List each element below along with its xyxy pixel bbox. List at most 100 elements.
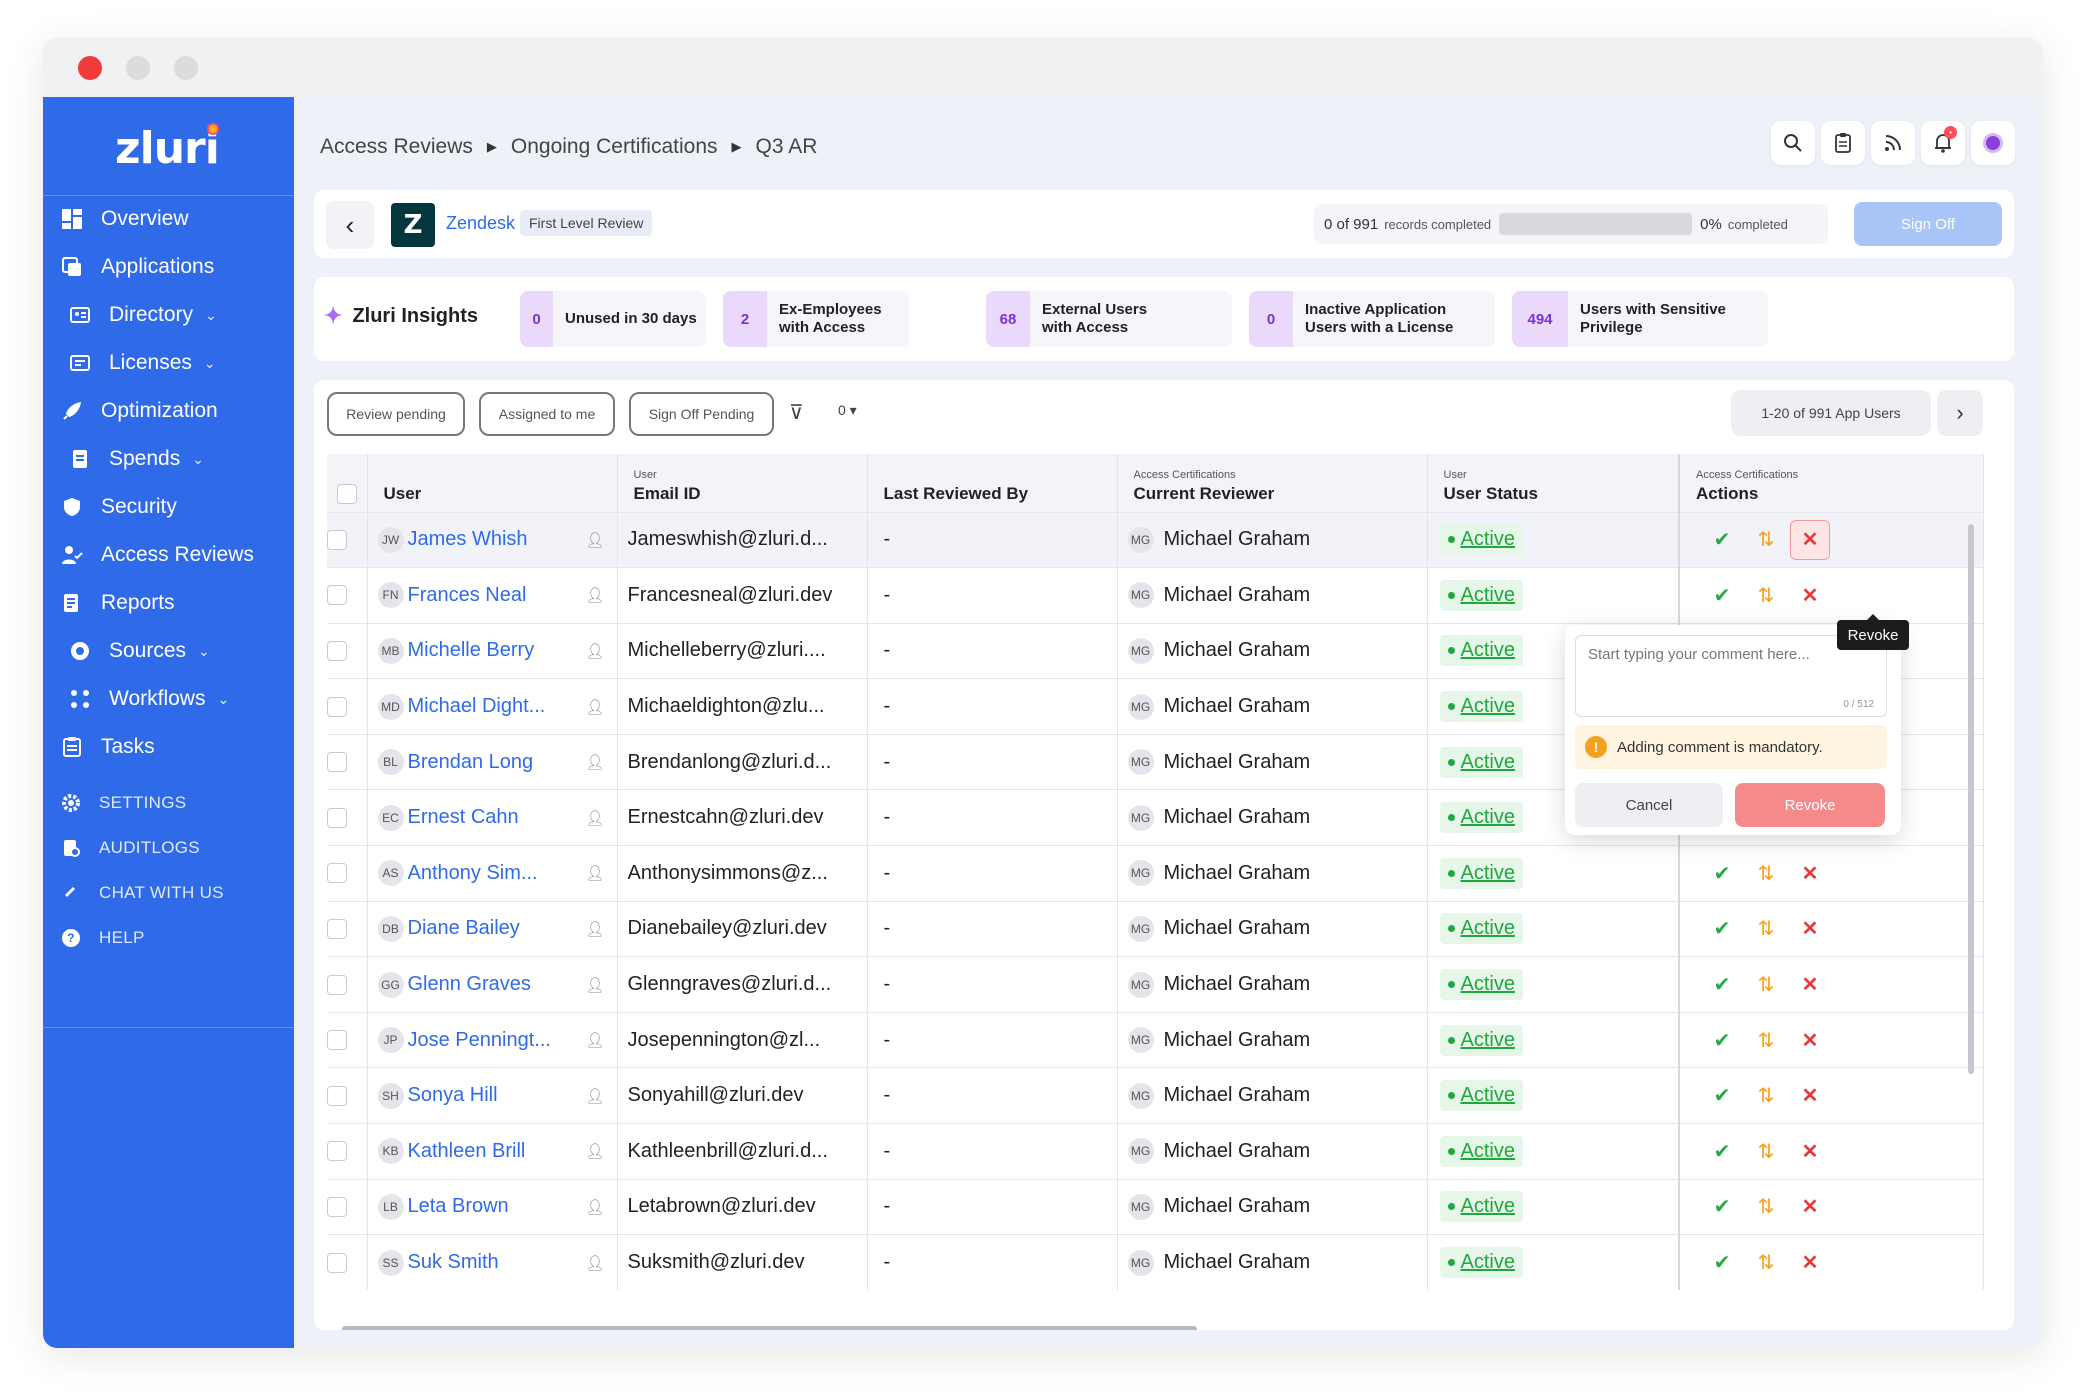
breadcrumb-access-reviews[interactable]: Access Reviews [320,135,473,159]
table-row[interactable]: DB Diane Bailey 👤︎ Dianebailey@zluri.dev - MG… [327,900,1984,957]
filter-sign-off-pending[interactable]: Sign Off Pending [629,392,774,436]
revoke-x-icon[interactable]: ✕ [1788,916,1832,941]
table-row[interactable]: SS Suk Smith 👤︎ Suksmith@zluri.dev - MG Michae… [327,1234,1984,1291]
row-checkbox[interactable] [327,752,347,773]
modify-access-icon[interactable]: ⇅ [1744,1028,1788,1053]
row-checkbox[interactable] [327,974,347,995]
sidebar-item-auditlogs[interactable]: AUDITLOGS [43,828,294,868]
approve-check-icon[interactable]: ✔ [1700,1139,1744,1164]
minimize-window-button[interactable] [126,56,150,80]
sidebar-item-licenses[interactable]: Licenses ⌄ [43,341,294,385]
person-icon[interactable]: 👤︎ [586,531,605,549]
user-name-link[interactable]: Glenn Graves [408,973,576,996]
status-text[interactable]: Active [1461,1029,1515,1052]
modify-access-icon[interactable]: ⇅ [1744,1083,1788,1108]
row-checkbox[interactable] [327,696,347,717]
modify-access-icon[interactable]: ⇅ [1744,916,1788,941]
filter-count-dropdown[interactable]: 0 ▾ [838,402,857,419]
person-icon[interactable]: 👤︎ [586,586,605,604]
modify-access-icon[interactable]: ⇅ [1744,972,1788,997]
row-checkbox[interactable] [327,529,347,550]
app-name[interactable]: Zendesk [446,213,515,234]
row-checkbox[interactable] [327,863,347,884]
table-row[interactable]: LB Leta Brown 👤︎ Letabrown@zluri.dev - MG Mich… [327,1178,1984,1235]
insight-card-unused[interactable]: 0 Unused in 30 days [520,291,706,347]
row-checkbox[interactable] [327,1085,347,1106]
row-checkbox[interactable] [327,640,347,661]
table-row[interactable]: KB Kathleen Brill 👤︎ Kathleenbrill@zluri.d.… [327,1123,1984,1180]
sidebar-item-help[interactable]: ? HELP [43,918,294,958]
insight-card-ex-employees[interactable]: 2 Ex-Employees with Access [723,291,909,347]
status-text[interactable]: Active [1461,862,1515,885]
modify-access-icon[interactable]: ⇅ [1744,1139,1788,1164]
status-text[interactable]: Active [1461,584,1515,607]
maximize-window-button[interactable] [174,56,198,80]
user-name-link[interactable]: Diane Bailey [408,917,576,940]
person-icon[interactable]: 👤︎ [586,753,605,771]
status-text[interactable]: Active [1461,1084,1515,1107]
revoke-x-icon[interactable]: ✕ [1788,1083,1832,1108]
modify-access-icon[interactable]: ⇅ [1744,583,1788,608]
person-icon[interactable]: 👤︎ [586,920,605,938]
select-all-checkbox[interactable] [337,483,357,504]
person-icon[interactable]: 👤︎ [586,1087,605,1105]
next-page-button[interactable]: › [1937,390,1983,436]
person-icon[interactable]: 👤︎ [586,1031,605,1049]
row-checkbox[interactable] [327,1196,347,1217]
sidebar-item-security[interactable]: Security [43,485,294,529]
approve-check-icon[interactable]: ✔ [1700,972,1744,997]
status-text[interactable]: Active [1461,695,1515,718]
modify-access-icon[interactable]: ⇅ [1744,527,1788,552]
filter-review-pending[interactable]: Review pending [327,392,465,436]
revoke-x-icon[interactable]: ✕ [1788,1250,1832,1275]
vertical-scrollbar[interactable] [1968,524,1974,1074]
modify-access-icon[interactable]: ⇅ [1744,1250,1788,1275]
sign-off-button[interactable]: Sign Off [1854,202,2002,246]
sidebar-item-applications[interactable]: Applications [43,245,294,289]
column-user-status[interactable]: User User Status [1427,454,1680,512]
status-text[interactable]: Active [1461,1140,1515,1163]
sidebar-item-sources[interactable]: Sources ⌄ [43,629,294,673]
revoke-x-icon[interactable]: ✕ [1788,861,1832,886]
user-name-link[interactable]: Michelle Berry [408,639,576,662]
person-icon[interactable]: 👤︎ [586,809,605,827]
row-checkbox[interactable] [327,1252,347,1273]
column-current-reviewer[interactable]: Access Certifications Current Reviewer [1117,454,1428,512]
sidebar-item-reports[interactable]: Reports [43,581,294,625]
column-last-reviewed[interactable]: Last Reviewed By [867,454,1118,512]
revoke-x-icon[interactable]: ✕ [1790,519,1830,560]
approve-check-icon[interactable]: ✔ [1700,1028,1744,1053]
table-row[interactable]: GG Glenn Graves 👤︎ Glenngraves@zluri.d... - M… [327,956,1984,1013]
horizontal-scrollbar[interactable] [342,1326,1197,1330]
status-text[interactable]: Active [1461,806,1515,829]
insight-card-sensitive-privilege[interactable]: 494 Users with Sensitive Privilege [1512,291,1768,347]
user-name-link[interactable]: Anthony Sim... [408,862,576,885]
person-icon[interactable]: 👤︎ [586,642,605,660]
approve-check-icon[interactable]: ✔ [1700,527,1744,552]
table-row[interactable]: SH Sonya Hill 👤︎ Sonyahill@zluri.dev - MG Mich… [327,1067,1984,1124]
notifications-button[interactable]: • [1921,121,1965,165]
sidebar-item-chat-with-us[interactable]: CHAT WITH US [43,873,294,913]
filter-icon[interactable]: ⊽ [789,400,804,425]
revoke-x-icon[interactable]: ✕ [1788,972,1832,997]
sidebar-item-settings[interactable]: SETTINGS [43,783,294,823]
user-name-link[interactable]: Brendan Long [408,751,576,774]
user-name-link[interactable]: Ernest Cahn [408,806,576,829]
status-text[interactable]: Active [1461,1195,1515,1218]
revoke-x-icon[interactable]: ✕ [1788,1028,1832,1053]
feed-button[interactable] [1871,121,1915,165]
status-text[interactable]: Active [1461,973,1515,996]
sidebar-item-directory[interactable]: Directory ⌄ [43,293,294,337]
user-name-link[interactable]: Frances Neal [408,584,576,607]
filter-assigned-to-me[interactable]: Assigned to me [479,392,615,436]
sidebar-item-spends[interactable]: Spends ⌄ [43,437,294,481]
approve-check-icon[interactable]: ✔ [1700,916,1744,941]
column-user[interactable]: User [367,454,618,512]
person-icon[interactable]: 👤︎ [586,976,605,994]
person-icon[interactable]: 👤︎ [586,1198,605,1216]
person-icon[interactable]: 👤︎ [586,1142,605,1160]
modify-access-icon[interactable]: ⇅ [1744,861,1788,886]
sidebar-item-optimization[interactable]: Optimization [43,389,294,433]
user-name-link[interactable]: Jose Penningt... [408,1029,576,1052]
status-text[interactable]: Active [1461,1251,1515,1274]
